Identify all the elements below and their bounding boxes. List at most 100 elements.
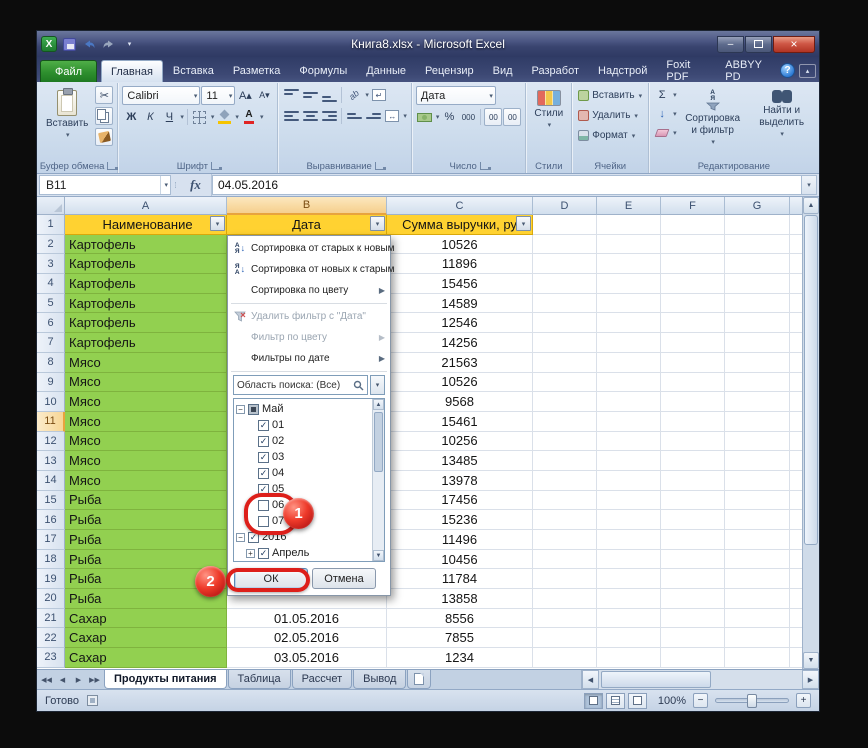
expand-icon[interactable]: + (246, 549, 255, 558)
tree-item-04[interactable]: ✓04 (236, 465, 370, 481)
cell-sum[interactable]: 11784 (387, 569, 533, 589)
cell-name[interactable]: Мясо (65, 412, 227, 432)
name-box[interactable]: B11▾ (39, 175, 171, 195)
align-left-button[interactable] (282, 107, 300, 125)
scrollbar-thumb[interactable] (804, 215, 818, 545)
orientation-button[interactable]: ab (345, 86, 363, 104)
empty-cells[interactable] (533, 550, 802, 570)
row-header[interactable]: 6 (37, 313, 65, 333)
cell-name[interactable]: Картофель (65, 254, 227, 274)
empty-cells[interactable] (533, 254, 802, 274)
empty-cells[interactable] (533, 313, 802, 333)
row-header[interactable]: 16 (37, 510, 65, 530)
zoom-slider[interactable] (715, 698, 789, 703)
cell-name[interactable]: Мясо (65, 451, 227, 471)
row-header[interactable]: 4 (37, 274, 65, 294)
row-header[interactable]: 10 (37, 392, 65, 412)
cell-name[interactable]: Мясо (65, 373, 227, 393)
sort-filter-button[interactable]: АЯ Сортировка и фильтр ▾ (680, 86, 746, 148)
clear-button[interactable] (653, 124, 671, 142)
collapse-icon[interactable]: − (236, 405, 245, 414)
empty-cells[interactable] (533, 235, 802, 255)
page-layout-view-button[interactable] (606, 693, 625, 709)
undo-button[interactable] (81, 36, 97, 52)
autosum-button[interactable]: Σ (653, 86, 671, 104)
cell-sum[interactable]: 17456 (387, 491, 533, 511)
empty-cells[interactable] (533, 510, 802, 530)
row-header[interactable]: 9 (37, 373, 65, 393)
filter-button-name[interactable]: ▾ (210, 216, 225, 231)
cell-sum[interactable]: 14256 (387, 333, 533, 353)
cell-sum[interactable]: 10526 (387, 373, 533, 393)
cell-date[interactable]: 02.05.2016 (227, 628, 387, 648)
insert-function-button[interactable]: fx (180, 174, 212, 196)
row-header[interactable]: 17 (37, 530, 65, 550)
scroll-up-icon[interactable]: ▲ (373, 399, 384, 410)
cell-sum[interactable]: 7855 (387, 628, 533, 648)
insert-worksheet-button[interactable] (407, 670, 431, 689)
empty-cells[interactable] (533, 373, 802, 393)
cell-date[interactable]: 01.05.2016 (227, 609, 387, 629)
font-name-select[interactable]: Calibri▾ (122, 86, 200, 105)
scroll-up-icon[interactable]: ▲ (803, 197, 819, 214)
name-box-dropdown-icon[interactable]: ▾ (160, 176, 168, 194)
previous-sheet-button[interactable]: ◀ (55, 672, 70, 687)
row-header[interactable]: 8 (37, 353, 65, 373)
column-header-a[interactable]: A (65, 197, 227, 215)
last-sheet-button[interactable]: ▶▶ (87, 672, 102, 687)
dialog-launcher-icon[interactable] (375, 162, 383, 170)
cell-sum[interactable]: 21563 (387, 353, 533, 373)
normal-view-button[interactable] (584, 693, 603, 709)
tab-page-layout[interactable]: Разметка (224, 60, 290, 82)
header-cell-name[interactable]: Наименование▾ (65, 215, 227, 235)
formula-input[interactable]: 04.05.2016 (212, 175, 801, 195)
menu-remove-filter[interactable]: Удалить фильтр с "Дата" (230, 306, 388, 327)
empty-cells[interactable] (533, 569, 802, 589)
tree-item-2016[interactable]: −✓2016 (236, 529, 370, 545)
tab-data[interactable]: Данные (357, 60, 415, 82)
cell-sum[interactable]: 15456 (387, 274, 533, 294)
number-format-select[interactable]: Дата▾ (416, 86, 496, 105)
cell-sum[interactable]: 14589 (387, 294, 533, 314)
collapse-icon[interactable]: − (236, 533, 245, 542)
cell-sum[interactable]: 13485 (387, 451, 533, 471)
empty-cells[interactable] (533, 648, 802, 668)
cell-sum[interactable]: 10256 (387, 432, 533, 452)
empty-cells[interactable] (533, 274, 802, 294)
empty-cells[interactable] (533, 412, 802, 432)
expand-formula-bar-button[interactable]: ▾ (801, 175, 817, 195)
tree-item-01[interactable]: ✓01 (236, 417, 370, 433)
cell-name[interactable]: Мясо (65, 392, 227, 412)
next-sheet-button[interactable]: ▶ (71, 672, 86, 687)
cell-name[interactable]: Картофель (65, 333, 227, 353)
cell-sum[interactable]: 10456 (387, 550, 533, 570)
column-header-b[interactable]: B (227, 197, 387, 215)
empty-cells[interactable] (533, 333, 802, 353)
dialog-launcher-icon[interactable] (211, 162, 219, 170)
cell-name[interactable]: Сахар (65, 628, 227, 648)
cell-name[interactable]: Мясо (65, 432, 227, 452)
cell-name[interactable]: Картофель (65, 274, 227, 294)
excel-logo-icon[interactable]: X (41, 36, 57, 52)
cell-sum[interactable]: 1234 (387, 648, 533, 668)
row-header[interactable]: 11 (37, 412, 65, 432)
macro-record-icon[interactable] (87, 695, 98, 706)
tree-item-05[interactable]: ✓05 (236, 481, 370, 497)
row-header[interactable]: 3 (37, 254, 65, 274)
column-header-d[interactable]: D (533, 197, 597, 215)
cell-date[interactable]: 03.05.2016 (227, 648, 387, 668)
first-sheet-button[interactable]: ◀◀ (39, 672, 54, 687)
maximize-button[interactable] (745, 36, 772, 53)
vertical-scrollbar[interactable]: ▲ ▼ (802, 197, 819, 669)
empty-cells[interactable] (533, 471, 802, 491)
cell-styles-button[interactable]: Стили ▾ (530, 86, 567, 131)
scrollbar-thumb[interactable] (374, 412, 383, 472)
column-header-f[interactable]: F (661, 197, 725, 215)
row-header[interactable]: 7 (37, 333, 65, 353)
cell-sum[interactable]: 12546 (387, 313, 533, 333)
filter-search-input[interactable]: Область поиска: (Все) (233, 375, 368, 395)
wrap-text-button[interactable]: ↵ (370, 86, 388, 104)
insert-cells-button[interactable]: Вставить▾ (576, 86, 644, 105)
tab-addins[interactable]: Надстрой (589, 60, 656, 82)
sheet-tab-produkty-pitaniya[interactable]: Продукты питания (104, 670, 227, 689)
